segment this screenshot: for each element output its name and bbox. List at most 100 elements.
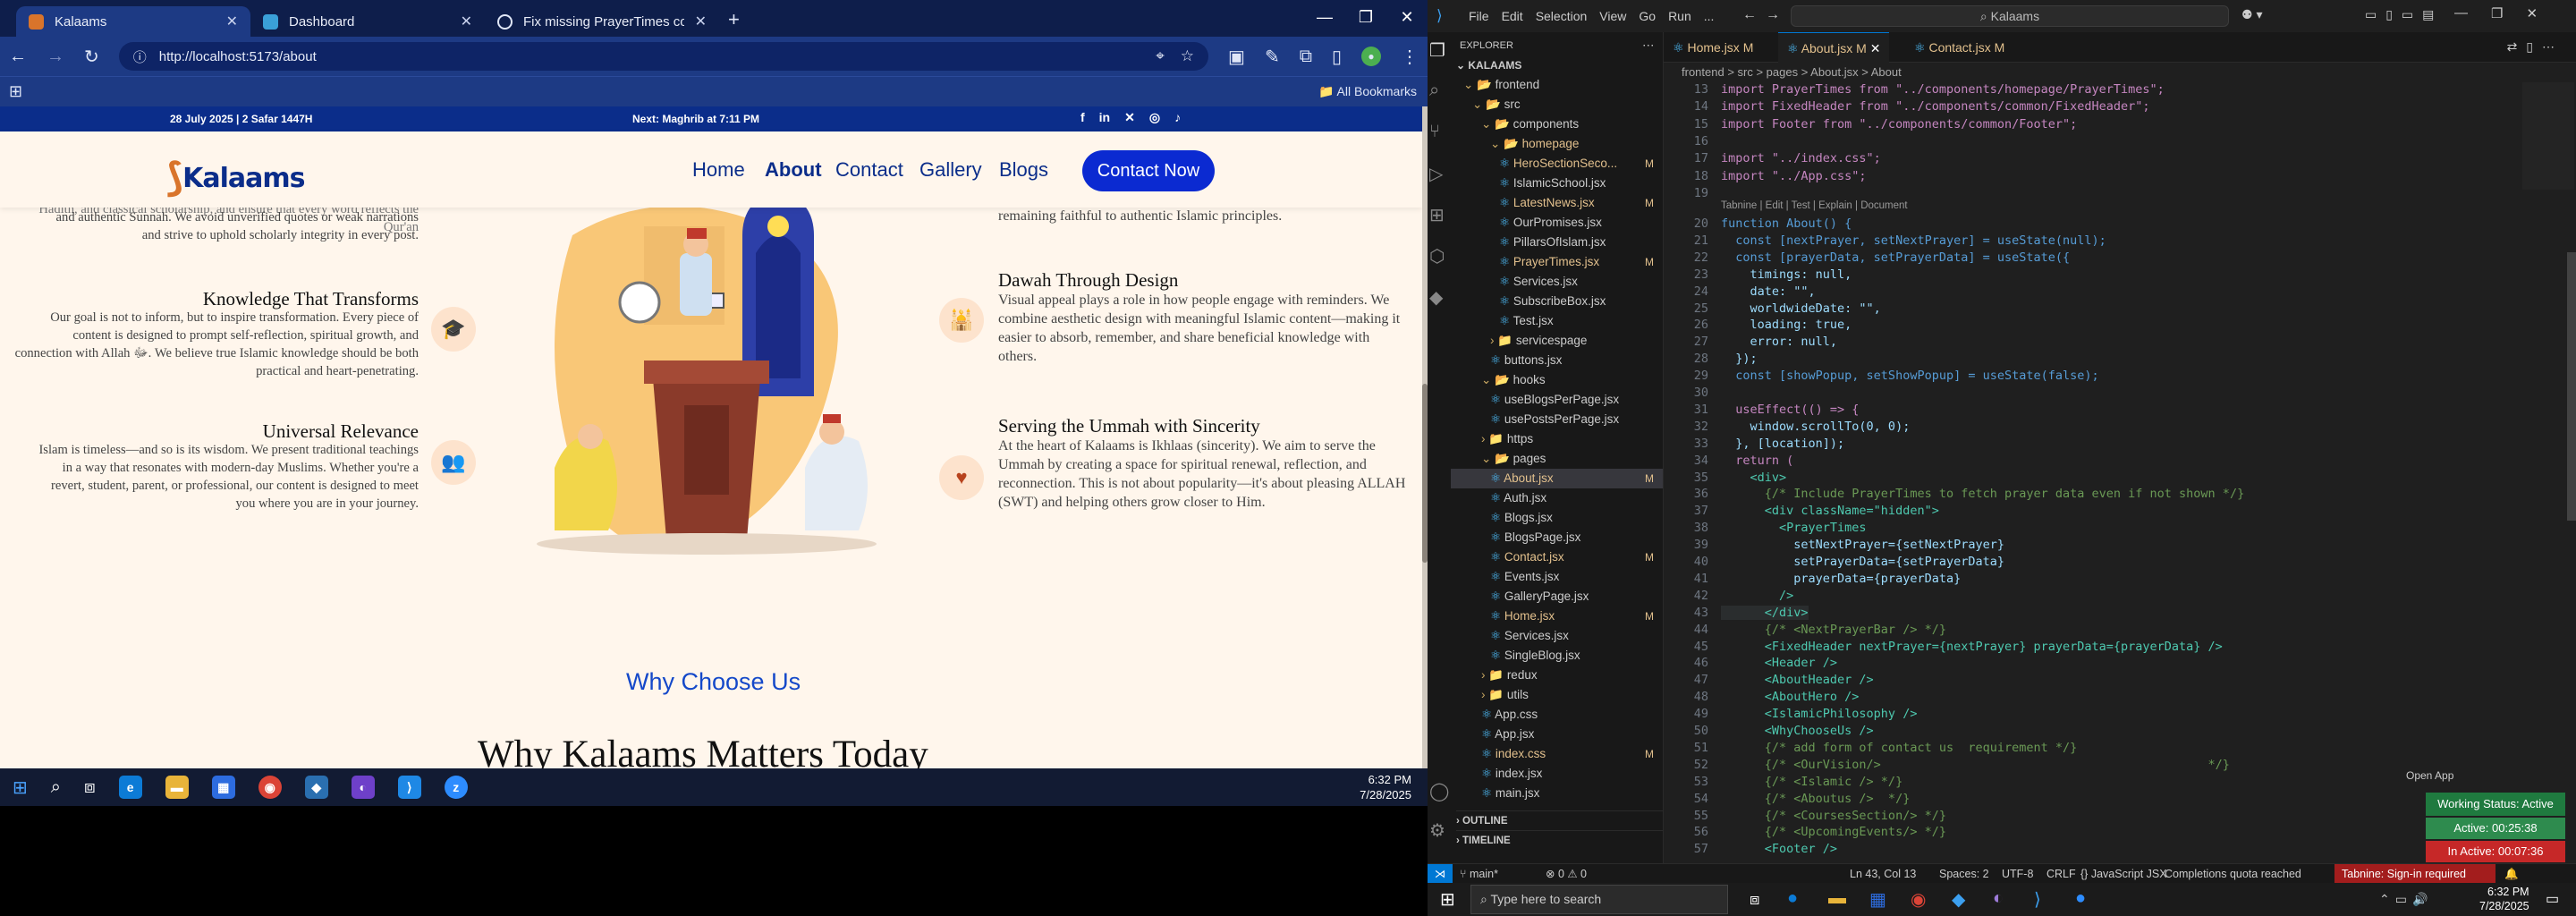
outline-section[interactable]: › OUTLINE bbox=[1456, 810, 1664, 830]
code-line[interactable]: setNextPrayer={setNextPrayer} bbox=[1721, 538, 2004, 552]
menu-selection[interactable]: Selection bbox=[1536, 9, 1588, 23]
tree-file[interactable]: ⚛ Services.jsx bbox=[1451, 626, 1663, 646]
store-icon[interactable]: ▦ bbox=[1869, 888, 1886, 911]
windows-start-icon[interactable]: ⊞ bbox=[1440, 888, 1455, 911]
contact-now-button[interactable]: Contact Now bbox=[1082, 150, 1215, 191]
left-clock[interactable]: 6:32 PM 7/28/2025 bbox=[1360, 772, 1411, 802]
extension-icon[interactable]: ▣ bbox=[1228, 46, 1245, 68]
system-tray[interactable]: ⌃▭🔊 bbox=[2379, 892, 2433, 907]
open-app-label[interactable]: Open App bbox=[2406, 769, 2453, 782]
instagram-icon[interactable]: ◎ bbox=[1149, 110, 1160, 125]
tree-file[interactable]: ⚛ SingleBlog.jsx bbox=[1451, 646, 1663, 666]
code-line[interactable]: {/* <CoursesSection/> */} bbox=[1721, 809, 1946, 823]
close-tab-icon[interactable]: ✕ bbox=[461, 13, 472, 30]
menu-more[interactable]: ... bbox=[1704, 9, 1715, 23]
back-icon[interactable]: ← bbox=[9, 47, 27, 67]
code-line[interactable]: {/* <NextPrayerBar /> */} bbox=[1721, 623, 1946, 637]
github-desktop-icon[interactable]: ◐ bbox=[1993, 888, 2004, 909]
minimize-icon[interactable]: — bbox=[1304, 0, 1345, 34]
tree-file[interactable]: ⚛ useBlogsPerPage.jsx bbox=[1451, 390, 1663, 410]
problems-count[interactable]: ⊗ 0 ⚠ 0 bbox=[1546, 864, 1587, 884]
tree-file[interactable]: ⚛ IslamicSchool.jsx bbox=[1451, 174, 1663, 193]
code-line[interactable]: {/* Include PrayerTimes to fetch prayer … bbox=[1721, 487, 2244, 501]
code-line[interactable]: <AboutHeader /> bbox=[1721, 673, 1874, 687]
sidebar-icon[interactable]: ▯ bbox=[1332, 46, 1342, 68]
close-tab-icon[interactable]: ✕ bbox=[226, 13, 238, 30]
tree-file[interactable]: ⚛ Services.jsx bbox=[1451, 272, 1663, 292]
copilot-quota[interactable]: Completions quota reached bbox=[2165, 864, 2301, 884]
indentation[interactable]: Spaces: 2 bbox=[1939, 864, 1989, 884]
pen-icon[interactable]: ✎ bbox=[1265, 46, 1280, 68]
tree-folder[interactable]: ⌄ 📂 src bbox=[1451, 95, 1663, 114]
menu-kebab-icon[interactable]: ⋮ bbox=[1401, 46, 1419, 68]
nav-contact[interactable]: Contact bbox=[835, 158, 903, 182]
nav-home[interactable]: Home bbox=[692, 158, 745, 182]
close-window-icon[interactable]: ✕ bbox=[1386, 0, 1428, 34]
editor-actions[interactable]: ⇄▯⋯ bbox=[2507, 39, 2563, 55]
nav-back-icon[interactable]: ← bbox=[1742, 7, 1757, 23]
code-line[interactable]: <AboutHero /> bbox=[1721, 690, 1860, 704]
menu-file[interactable]: File bbox=[1469, 9, 1489, 23]
nav-about[interactable]: About bbox=[765, 158, 822, 182]
tree-file[interactable]: ⚛ PillarsOfIslam.jsx bbox=[1451, 233, 1663, 252]
maximize-icon[interactable]: ❐ bbox=[1345, 0, 1386, 34]
source-control-icon[interactable]: ⑂ bbox=[1429, 122, 1440, 142]
close-window-icon[interactable]: ✕ bbox=[2526, 5, 2538, 21]
code-line[interactable]: {/* <UpcomingEvents/> */} bbox=[1721, 825, 1946, 839]
line-ending[interactable]: CRLF bbox=[2046, 864, 2076, 884]
code-line[interactable]: <div className="hidden"> bbox=[1721, 504, 1939, 518]
profile-avatar[interactable]: ● bbox=[1361, 47, 1381, 66]
tree-file[interactable]: ⚛ Test.jsx bbox=[1451, 311, 1663, 331]
editor-tab-home[interactable]: ⚛ Home.jsx M bbox=[1664, 32, 1762, 63]
tree-file[interactable]: ⚛ index.css M bbox=[1451, 744, 1663, 764]
codelens[interactable]: Tabnine | Edit | Test | Explain | Docume… bbox=[1721, 200, 1908, 211]
tree-file[interactable]: ⚛ Events.jsx bbox=[1451, 567, 1663, 587]
code-line[interactable]: import "../App.css"; bbox=[1721, 169, 1867, 183]
settings-gear-icon[interactable]: ⚙ bbox=[1429, 819, 1445, 842]
address-bar[interactable]: ⓘ http://localhost:5173/about ⌖ ☆ bbox=[118, 42, 1209, 71]
timeline-section[interactable]: › TIMELINE bbox=[1456, 830, 1664, 850]
tree-file[interactable]: ⚛ SubscribeBox.jsx bbox=[1451, 292, 1663, 311]
encoding[interactable]: UTF-8 bbox=[2002, 864, 2033, 884]
nav-blogs[interactable]: Blogs bbox=[999, 158, 1048, 182]
tree-folder[interactable]: › 📁 utils bbox=[1451, 685, 1663, 705]
taskbar-search-box[interactable]: ⌕ Type here to search bbox=[1470, 885, 1728, 914]
code-line[interactable]: worldwideDate: "", bbox=[1721, 301, 1881, 316]
tree-file[interactable]: ⚛ buttons.jsx bbox=[1451, 351, 1663, 370]
accounts-icon[interactable]: ◯ bbox=[1429, 780, 1449, 802]
tree-folder[interactable]: › 📁 redux bbox=[1451, 666, 1663, 685]
extensions-icon[interactable]: ⊞ bbox=[1429, 204, 1445, 226]
code-line[interactable]: <Footer /> bbox=[1721, 842, 1837, 856]
explorer-icon[interactable]: ❐ bbox=[1429, 39, 1445, 62]
chrome-icon[interactable]: ◉ bbox=[1911, 888, 1926, 911]
store-icon[interactable]: ▦ bbox=[211, 776, 235, 799]
search-icon[interactable]: ⌕ bbox=[1429, 81, 1439, 101]
code-line[interactable]: }, [location]); bbox=[1721, 437, 1844, 451]
forward-icon[interactable]: → bbox=[47, 47, 64, 67]
nav-forward-icon[interactable]: → bbox=[1766, 7, 1780, 23]
facebook-icon[interactable]: f bbox=[1080, 110, 1085, 125]
browser-tab-kalaams[interactable]: Kalaams ✕ bbox=[16, 6, 250, 37]
editor-scrollbar[interactable] bbox=[2567, 82, 2576, 863]
code-line[interactable]: {/* add form of contact us requirement *… bbox=[1721, 741, 2078, 755]
git-branch[interactable]: ⑂ main* bbox=[1460, 864, 1498, 884]
tree-file[interactable]: ⚛ Home.jsx M bbox=[1451, 606, 1663, 626]
windows-start-icon[interactable]: ⊞ bbox=[13, 776, 28, 799]
code-line[interactable]: {/* <OurVision/> */} bbox=[1721, 758, 2230, 772]
location-icon[interactable]: ⌖ bbox=[1156, 47, 1165, 65]
breadcrumb[interactable]: frontend > src > pages > About.jsx > Abo… bbox=[1664, 63, 2576, 82]
x-twitter-icon[interactable]: ✕ bbox=[1124, 110, 1135, 125]
tree-file[interactable]: ⚛ App.css bbox=[1451, 705, 1663, 725]
tree-file[interactable]: ⚛ Contact.jsx M bbox=[1451, 547, 1663, 567]
tree-file[interactable]: ⚛ HeroSectionSeco... M bbox=[1451, 154, 1663, 174]
file-explorer-icon[interactable]: ▬ bbox=[165, 776, 189, 799]
code-line[interactable]: import PrayerTimes from "../components/h… bbox=[1721, 82, 2165, 97]
code-line[interactable]: return ( bbox=[1721, 454, 1793, 468]
code-line[interactable]: import FixedHeader from "../components/c… bbox=[1721, 99, 2150, 114]
apps-grid-icon[interactable]: ⊞ bbox=[9, 82, 22, 101]
reload-icon[interactable]: ↻ bbox=[84, 46, 99, 68]
right-clock[interactable]: 6:32 PM 7/28/2025 bbox=[2479, 885, 2529, 913]
workspace-root[interactable]: ⌄ KALAAMS bbox=[1456, 55, 1521, 75]
file-explorer-icon[interactable]: ▬ bbox=[1828, 888, 1846, 909]
tree-folder[interactable]: ⌄ 📂 frontend bbox=[1451, 75, 1663, 95]
